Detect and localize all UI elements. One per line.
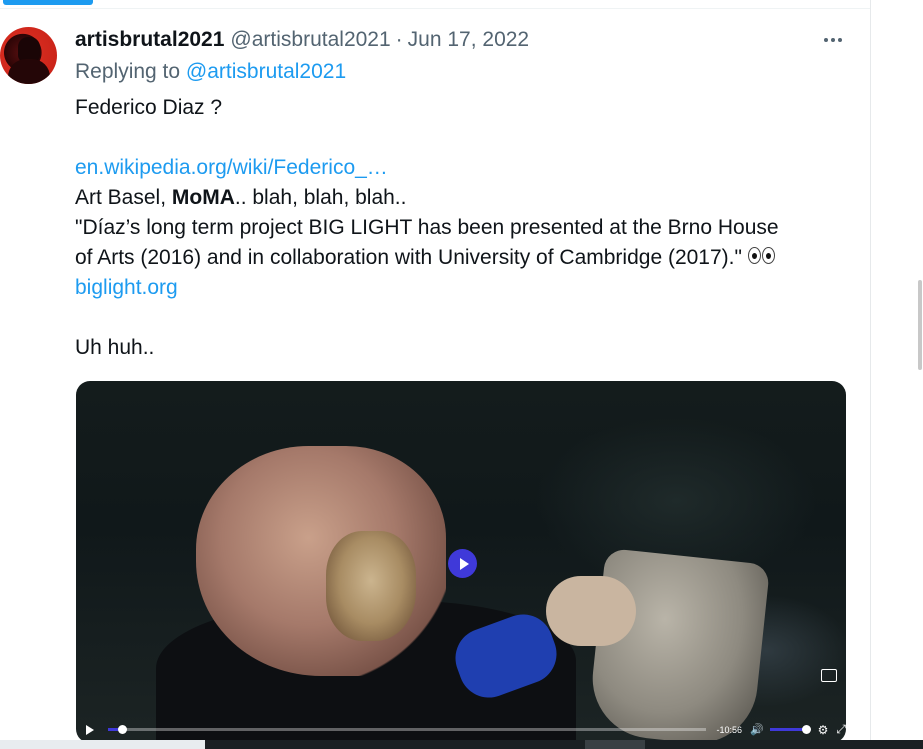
text-line: of Arts (2016) and in collaboration with…	[75, 243, 865, 273]
separator-dot: ·	[395, 28, 403, 51]
top-divider	[0, 8, 870, 9]
text-line: Federico Diaz ?	[75, 96, 223, 119]
video-progress-bar[interactable]	[108, 725, 707, 734]
text-line: Uh huh..	[75, 336, 155, 359]
more-dot-icon	[838, 38, 842, 42]
avatar[interactable]	[0, 27, 57, 84]
tweet-header: artisbrutal2021 @artisbrutal2021 · Jun 1…	[75, 28, 529, 56]
text-segment: of Arts (2016) and in collaboration with…	[75, 246, 742, 269]
volume-knob[interactable]	[801, 725, 811, 734]
bottom-bar	[0, 740, 923, 749]
scrollbar-thumb[interactable]	[918, 280, 922, 370]
text-line: Art Basel, MoMA.. blah, blah, blah..	[75, 183, 865, 213]
biglight-link[interactable]: biglight.org	[75, 273, 865, 303]
wikipedia-link[interactable]: en.wikipedia.org/wiki/Federico_…	[75, 153, 865, 183]
column-divider	[870, 0, 871, 749]
video-progress-knob[interactable]	[117, 725, 127, 734]
eyes-emoji-icon	[747, 243, 776, 273]
eye-shape	[747, 247, 761, 265]
text-segment: Art Basel,	[75, 186, 172, 209]
video-scene-hand	[546, 576, 636, 646]
video-controls: -10:56 🔊 ⚙ ⤢	[76, 716, 846, 743]
fullscreen-icon[interactable]: ⤢	[836, 722, 846, 737]
video-player[interactable]: -10:56 🔊 ⚙ ⤢	[76, 381, 846, 743]
tweet-text: Federico Diaz ? en.wikipedia.org/wiki/Fe…	[75, 93, 865, 363]
picture-in-picture-icon[interactable]	[821, 669, 837, 682]
volume-icon[interactable]: 🔊	[750, 723, 764, 736]
play-icon[interactable]	[86, 724, 94, 735]
bottom-bar-segment	[585, 740, 645, 749]
eye-shape	[761, 247, 775, 265]
more-options-button[interactable]	[818, 30, 848, 50]
more-dot-icon	[831, 38, 835, 42]
replying-to-mention[interactable]: @artisbrutal2021	[186, 60, 346, 83]
volume-slider[interactable]	[769, 725, 811, 734]
time-remaining: -10:56	[716, 724, 743, 735]
display-name[interactable]: artisbrutal2021	[75, 28, 224, 52]
replying-to-label: Replying to	[75, 60, 181, 83]
text-segment: .. blah, blah, blah..	[234, 186, 407, 209]
tweet-date[interactable]: Jun 17, 2022	[408, 28, 529, 52]
bottom-bar-segment	[0, 740, 205, 749]
play-overlay-button[interactable]	[448, 549, 477, 578]
video-scene-face	[326, 531, 416, 641]
text-line: "Díaz’s long term project BIG LIGHT has …	[75, 216, 779, 239]
replying-to: Replying to @artisbrutal2021	[75, 60, 346, 84]
avatar-figure-body	[8, 59, 50, 84]
loading-progress-bar	[3, 0, 93, 5]
bold-text-segment: MoMA	[171, 186, 235, 209]
more-dot-icon	[824, 38, 828, 42]
video-scene-bowl	[586, 547, 771, 743]
user-handle[interactable]: @artisbrutal2021	[230, 28, 390, 52]
gear-icon[interactable]: ⚙	[818, 723, 829, 737]
